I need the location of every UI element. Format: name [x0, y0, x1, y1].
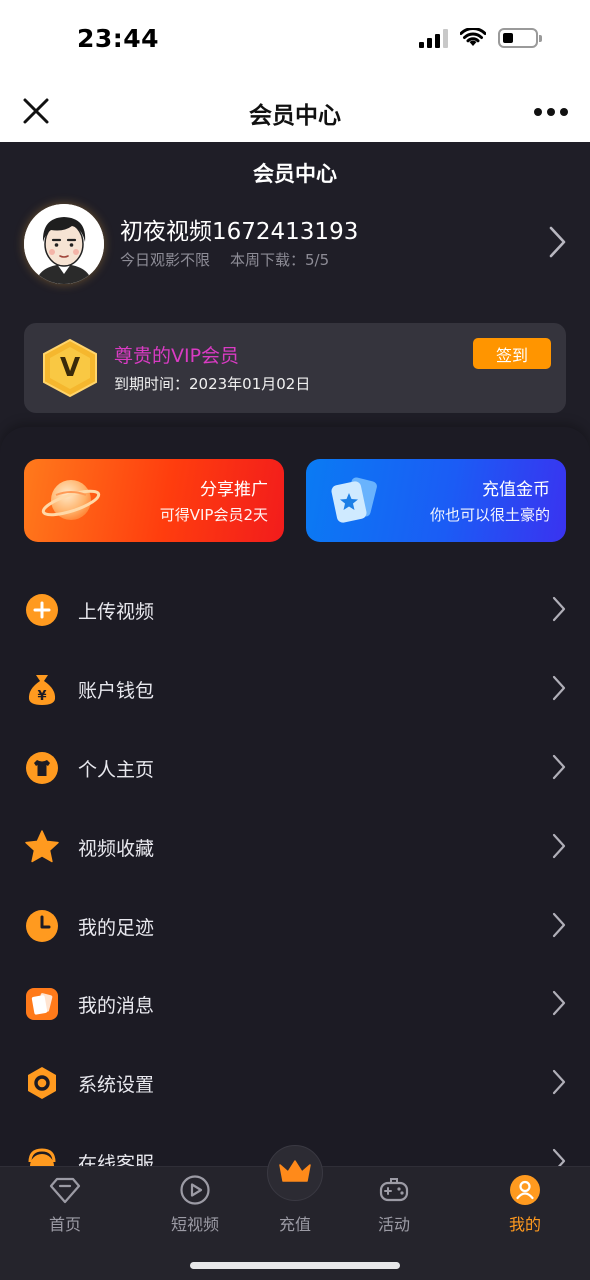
- upload-plus-icon: [26, 594, 58, 626]
- stat-watch: 今日观影不限: [120, 251, 211, 269]
- chevron-right-icon: [552, 833, 566, 859]
- menu-item-history[interactable]: 我的足迹: [0, 886, 590, 965]
- status-time: 23:44: [77, 24, 160, 53]
- menu-label: 我的消息: [78, 995, 155, 1017]
- message-cards-icon: [26, 988, 58, 1020]
- menu-label: 我的足迹: [78, 917, 155, 939]
- status-icons: [419, 28, 542, 48]
- menu-item-upload[interactable]: 上传视频: [0, 570, 590, 649]
- promo-share-subtitle: 可得VIP会员2天: [159, 506, 268, 524]
- stat-download: 本周下载：5/5: [230, 251, 330, 269]
- tab-label: 我的: [508, 1215, 541, 1234]
- home-indicator: [190, 1262, 400, 1269]
- menu-item-wallet[interactable]: ¥ 账户钱包: [0, 649, 590, 728]
- chevron-right-icon: [552, 754, 566, 780]
- shirt-icon: [26, 752, 58, 784]
- promo-share-title: 分享推广: [200, 480, 268, 500]
- tab-label: 短视频: [170, 1215, 219, 1234]
- avatar-portrait-icon: [24, 204, 104, 284]
- tab-shorts[interactable]: 短视频: [145, 1167, 245, 1247]
- menu-label: 账户钱包: [78, 680, 155, 702]
- chevron-right-icon: [552, 912, 566, 938]
- diamond-icon: [49, 1177, 81, 1204]
- menu-item-messages[interactable]: 我的消息: [0, 964, 590, 1043]
- avatar[interactable]: [24, 204, 104, 284]
- clock-icon: [26, 910, 58, 942]
- chevron-right-icon: [552, 596, 566, 622]
- navbar-title: 会员中心: [249, 103, 341, 129]
- chevron-right-icon: [552, 1069, 566, 1095]
- status-bar: 23:44: [0, 0, 590, 82]
- user-stats: 今日观影不限 本周下载：5/5: [120, 249, 329, 270]
- menu-item-favorites[interactable]: 视频收藏: [0, 807, 590, 886]
- user-icon: [510, 1175, 540, 1205]
- profile-chevron-icon[interactable]: [546, 224, 568, 260]
- promo-recharge-title: 充值金币: [482, 480, 550, 500]
- money-bag-icon: ¥: [28, 675, 56, 705]
- chevron-right-icon: [552, 675, 566, 701]
- menu-label: 系统设置: [78, 1074, 155, 1096]
- wifi-icon: [460, 28, 486, 46]
- tab-label: 首页: [48, 1215, 81, 1234]
- gamepad-icon: [379, 1178, 409, 1202]
- menu-label: 个人主页: [78, 759, 155, 781]
- tab-home[interactable]: 首页: [15, 1167, 115, 1247]
- tab-label: 充值: [278, 1215, 311, 1234]
- card-star-icon: [331, 477, 377, 523]
- tab-label: 活动: [377, 1215, 410, 1234]
- cellular-signal-icon: [419, 28, 448, 48]
- vip-title: 尊贵的VIP会员: [114, 345, 240, 367]
- page-title: 会员中心: [253, 162, 337, 186]
- crown-icon: [279, 1160, 311, 1182]
- more-icon[interactable]: [534, 108, 568, 116]
- vip-card: V 尊贵的VIP会员 到期时间：2023年01月02日 签到: [24, 323, 566, 413]
- menu-label: 视频收藏: [78, 838, 155, 860]
- tab-mine[interactable]: 我的: [475, 1167, 575, 1247]
- battery-icon: [498, 28, 542, 48]
- menu-item-settings[interactable]: 系统设置: [0, 1043, 590, 1122]
- menu-item-profile[interactable]: 个人主页: [0, 728, 590, 807]
- tab-activity[interactable]: 活动: [344, 1167, 444, 1247]
- vip-badge-letter: V: [59, 353, 81, 383]
- tab-recharge[interactable]: 充值: [245, 1160, 345, 1247]
- username: 初夜视频1672413193: [120, 219, 359, 245]
- play-circle-icon: [180, 1175, 210, 1205]
- signin-button[interactable]: 签到: [473, 338, 551, 369]
- menu-label: 上传视频: [78, 601, 155, 623]
- star-icon: [25, 830, 59, 863]
- promo-recharge-card[interactable]: 充值金币 你也可以很土豪的: [306, 459, 566, 542]
- chevron-right-icon: [552, 990, 566, 1016]
- planet-icon: [41, 480, 101, 520]
- vip-expiry: 到期时间：2023年01月02日: [114, 375, 311, 393]
- svg-text:¥: ¥: [37, 689, 46, 704]
- promo-recharge-subtitle: 你也可以很土豪的: [429, 506, 550, 524]
- settings-hex-icon: [28, 1067, 56, 1099]
- navbar: 会员中心: [0, 82, 590, 142]
- promo-share-card[interactable]: 分享推广 可得VIP会员2天: [24, 459, 284, 542]
